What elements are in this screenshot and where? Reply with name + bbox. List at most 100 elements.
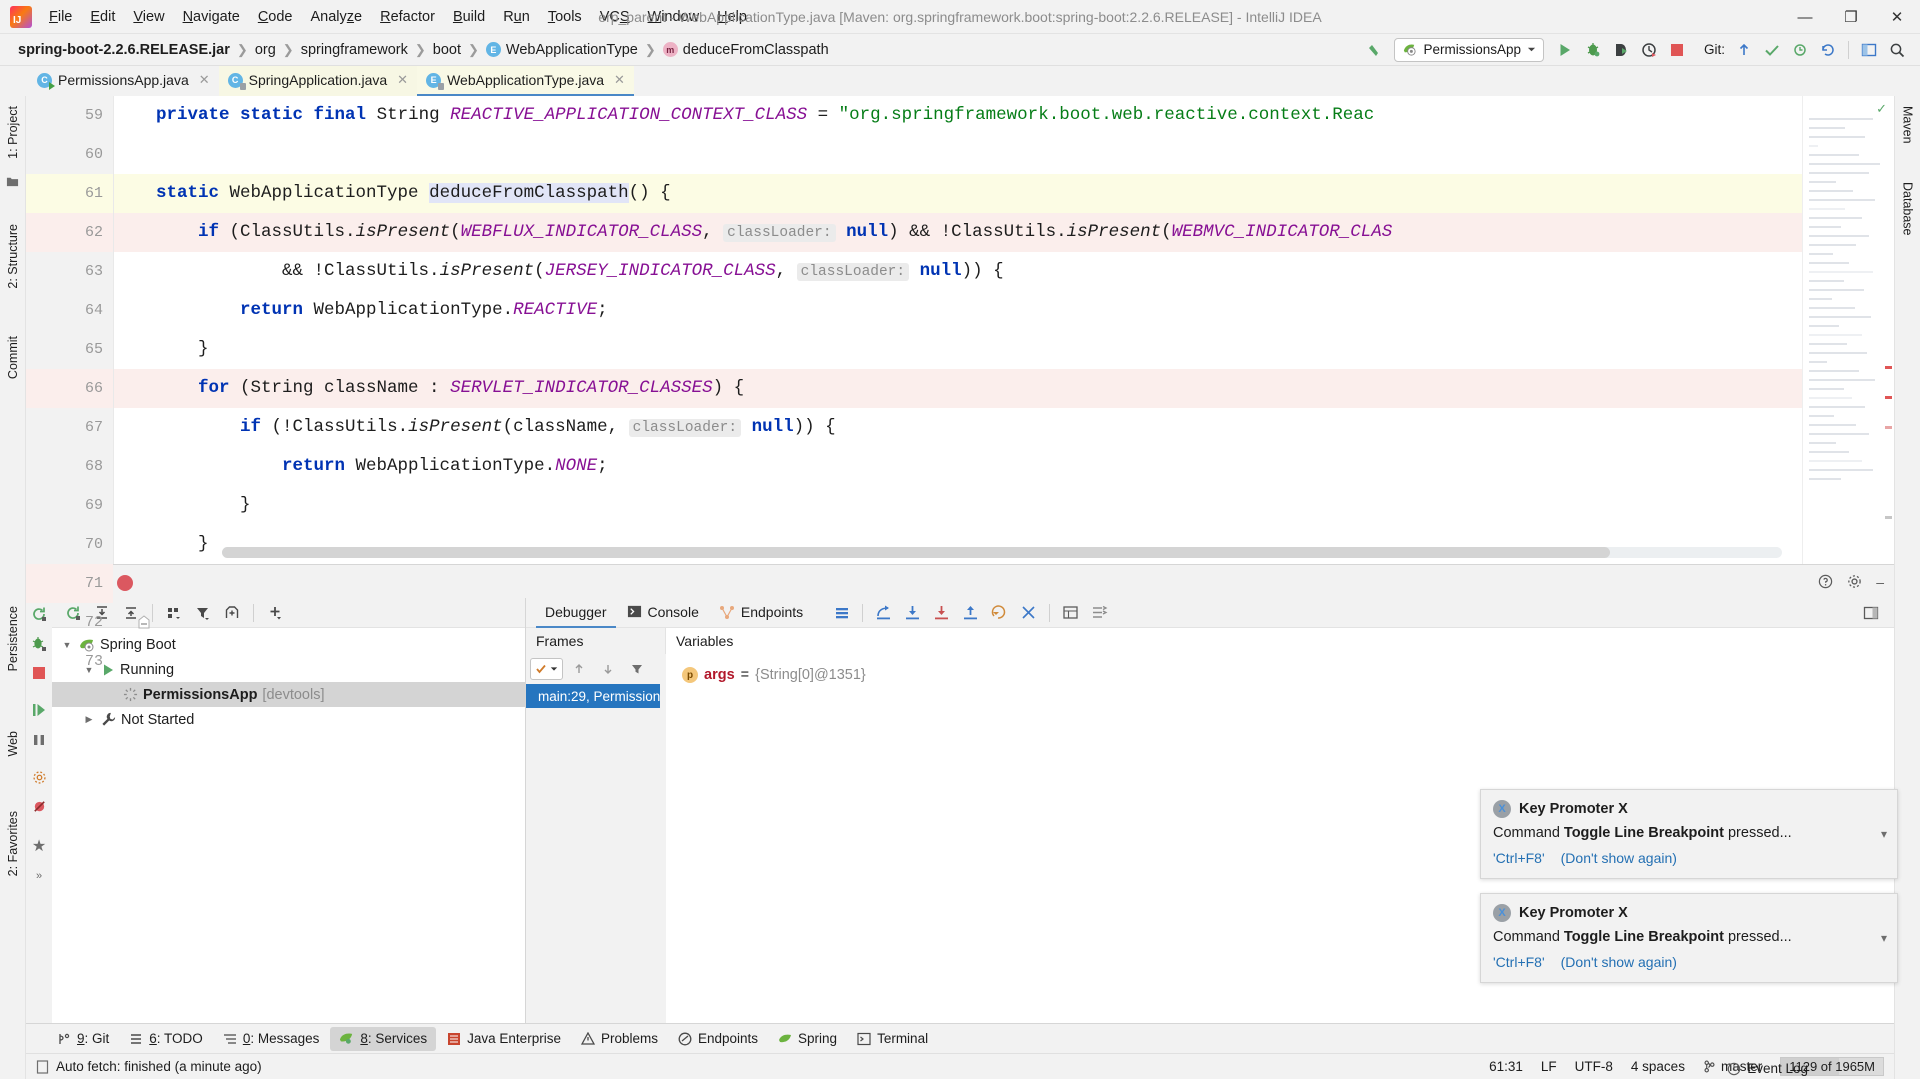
gutter-line-71[interactable]: 71 [26, 564, 133, 603]
caret-position[interactable]: 61:31 [1489, 1059, 1523, 1074]
push-icon[interactable] [1787, 38, 1813, 62]
sidebar-item-favorites[interactable]: 2: Favorites [6, 805, 20, 882]
debugger-tab-console[interactable]: Console [618, 598, 708, 628]
gutter-line-69[interactable]: 69 [26, 486, 150, 525]
tool-window-button-endpoints[interactable]: Endpoints [669, 1027, 767, 1051]
breadcrumb-item-5[interactable]: m deduceFromClasspath [659, 41, 833, 59]
tool-window-button-terminal[interactable]: Terminal [848, 1027, 937, 1051]
breadcrumb-item-3[interactable]: boot [429, 41, 465, 59]
close-icon[interactable]: ✕ [397, 72, 408, 88]
code-line-61[interactable]: static WebApplicationType deduceFromClas… [114, 174, 1802, 213]
tree-node-not-started[interactable]: ▶ Not Started [52, 707, 525, 732]
add-icon[interactable] [262, 601, 288, 625]
code-line-59[interactable]: private static final String REACTIVE_APP… [114, 96, 1802, 135]
update-project-icon[interactable] [1731, 38, 1757, 62]
gutter-line-68[interactable]: 68 [26, 447, 113, 486]
frames-list[interactable]: main:29, Permission [526, 654, 661, 1023]
sidebar-item-database[interactable]: Database [1901, 176, 1915, 242]
tool-window-button-0-messages[interactable]: 0: Messages [214, 1027, 329, 1051]
up-arrow-icon[interactable] [566, 657, 592, 681]
force-step-into-icon[interactable] [957, 601, 984, 625]
services-tree-toolbar[interactable] [52, 598, 525, 628]
back-arrow-icon[interactable] [1360, 38, 1386, 62]
left-rail-lower[interactable]: Persistence Web 2: Favorites [0, 600, 26, 882]
menu-item-vcs[interactable]: VCS [591, 4, 639, 30]
add-tab-icon[interactable] [219, 601, 245, 625]
code-line-65[interactable]: } [114, 330, 1802, 369]
tree-node-permissionsapp[interactable]: PermissionsApp [devtools] [52, 682, 525, 707]
run-configuration-selector[interactable]: PermissionsApp [1394, 37, 1544, 62]
debug-icon[interactable] [1580, 38, 1606, 62]
breadcrumb-item-1[interactable]: org [251, 41, 280, 59]
chevron-down-icon[interactable]: ▾ [1881, 827, 1887, 841]
chevron-down-icon[interactable]: ▾ [1881, 931, 1887, 945]
breadcrumb-item-4[interactable]: E WebApplicationType [482, 41, 642, 59]
editor-gutter[interactable]: 59 60 61💡 62 63 64 65 66 67 68 69 70 71 72 73 [26, 96, 161, 670]
group-by-icon[interactable] [161, 601, 187, 625]
mute-breakpoints-icon[interactable] [32, 799, 47, 814]
tool-window-button-java-enterprise[interactable]: Java Enterprise [438, 1027, 570, 1051]
code-line-68[interactable]: return WebApplicationType.NONE; [114, 447, 1802, 486]
editor-tab-1[interactable]: C SpringApplication.java ✕ [218, 66, 418, 96]
breakpoint-icon[interactable] [117, 575, 133, 591]
gutter-line-66[interactable]: 66 [26, 369, 150, 408]
code-fold-icon[interactable] [137, 615, 151, 629]
gutter-line-63[interactable]: 63 [26, 252, 150, 291]
gutter-line-65[interactable]: 65 [26, 330, 150, 369]
tool-window-button-6-todo[interactable]: 6: TODO [120, 1027, 212, 1051]
editor-horizontal-scrollbar[interactable] [222, 547, 1782, 558]
editor-code-area[interactable]: private static final String REACTIVE_APP… [114, 96, 1802, 564]
services-tree[interactable]: ▼ Spring Boot ▼ Running PermissionsApp [devt… [52, 628, 525, 1023]
close-icon[interactable]: ✕ [199, 72, 210, 88]
run-coverage-icon[interactable] [1608, 38, 1634, 62]
menu-item-window[interactable]: Window [639, 4, 709, 30]
layout-toggle-icon[interactable] [1856, 38, 1882, 62]
menu-item-help[interactable]: Help [708, 4, 756, 30]
code-line-60[interactable] [114, 135, 1802, 174]
line-separator[interactable]: LF [1541, 1059, 1557, 1074]
notification-dismiss-link[interactable]: (Don't show again) [1561, 954, 1677, 970]
menu-item-code[interactable]: Code [249, 4, 302, 30]
run-icon[interactable] [1552, 38, 1578, 62]
code-line-67[interactable]: if (!ClassUtils.isPresent(className, cla… [114, 408, 1802, 447]
menu-item-build[interactable]: Build [444, 4, 494, 30]
tree-node-running[interactable]: ▼ Running [52, 657, 525, 682]
step-over-icon[interactable] [899, 601, 926, 625]
evaluate-icon[interactable] [1015, 601, 1042, 625]
commit-icon[interactable] [1759, 38, 1785, 62]
profile-icon[interactable] [1636, 38, 1662, 62]
tool-window-bar[interactable]: 9: Git 6: TODO 0: Messages 8: Services Java … [26, 1023, 1894, 1053]
sidebar-item-maven[interactable]: Maven [1901, 100, 1915, 150]
tool-window-button-problems[interactable]: Problems [572, 1027, 667, 1051]
sidebar-item-web[interactable]: Web [6, 725, 20, 762]
run-to-cursor-icon[interactable] [986, 601, 1013, 625]
more-icon[interactable]: » [36, 870, 42, 882]
gutter-line-64[interactable]: 64 [26, 291, 113, 330]
down-arrow-icon[interactable] [595, 657, 621, 681]
menu-item-refactor[interactable]: Refactor [371, 4, 444, 30]
threads-icon[interactable] [1057, 601, 1084, 625]
code-line-62[interactable]: if (ClassUtils.isPresent(WEBFLUX_INDICAT… [114, 213, 1802, 252]
settings-icon[interactable] [1086, 601, 1113, 625]
step-out-icon[interactable] [870, 601, 897, 625]
pause-icon[interactable] [31, 732, 47, 748]
gutter-line-73[interactable]: 73 [26, 642, 113, 681]
layout-icon[interactable] [828, 601, 855, 625]
gutter-line-70[interactable]: 70 [26, 525, 150, 564]
gutter-line-61[interactable]: 61💡 [26, 174, 161, 213]
breadcrumb[interactable]: spring-boot-2.2.6.RELEASE.jar ❯ org ❯ spring… [14, 41, 833, 59]
breadcrumb-item-2[interactable]: springframework [297, 41, 412, 59]
sidebar-item-project[interactable]: 1: Project [6, 100, 20, 165]
event-log-button[interactable]: Event Log [1727, 1061, 1808, 1076]
restore-layout-icon[interactable] [1857, 601, 1884, 625]
filter-icon[interactable] [190, 601, 216, 625]
code-line-69[interactable]: } [114, 486, 1802, 525]
chevron-right-icon[interactable]: ▶ [82, 714, 96, 725]
frame-item-0[interactable]: main:29, Permission [526, 684, 661, 708]
notification-dismiss-link[interactable]: (Don't show again) [1561, 850, 1677, 866]
tool-window-button-spring[interactable]: Spring [769, 1027, 846, 1051]
menu-item-file[interactable]: File [40, 4, 81, 30]
help-icon[interactable] [1818, 574, 1833, 589]
tree-node-spring-boot[interactable]: ▼ Spring Boot [52, 632, 525, 657]
editor-tab-0[interactable]: C PermissionsApp.java ✕ [28, 66, 219, 96]
